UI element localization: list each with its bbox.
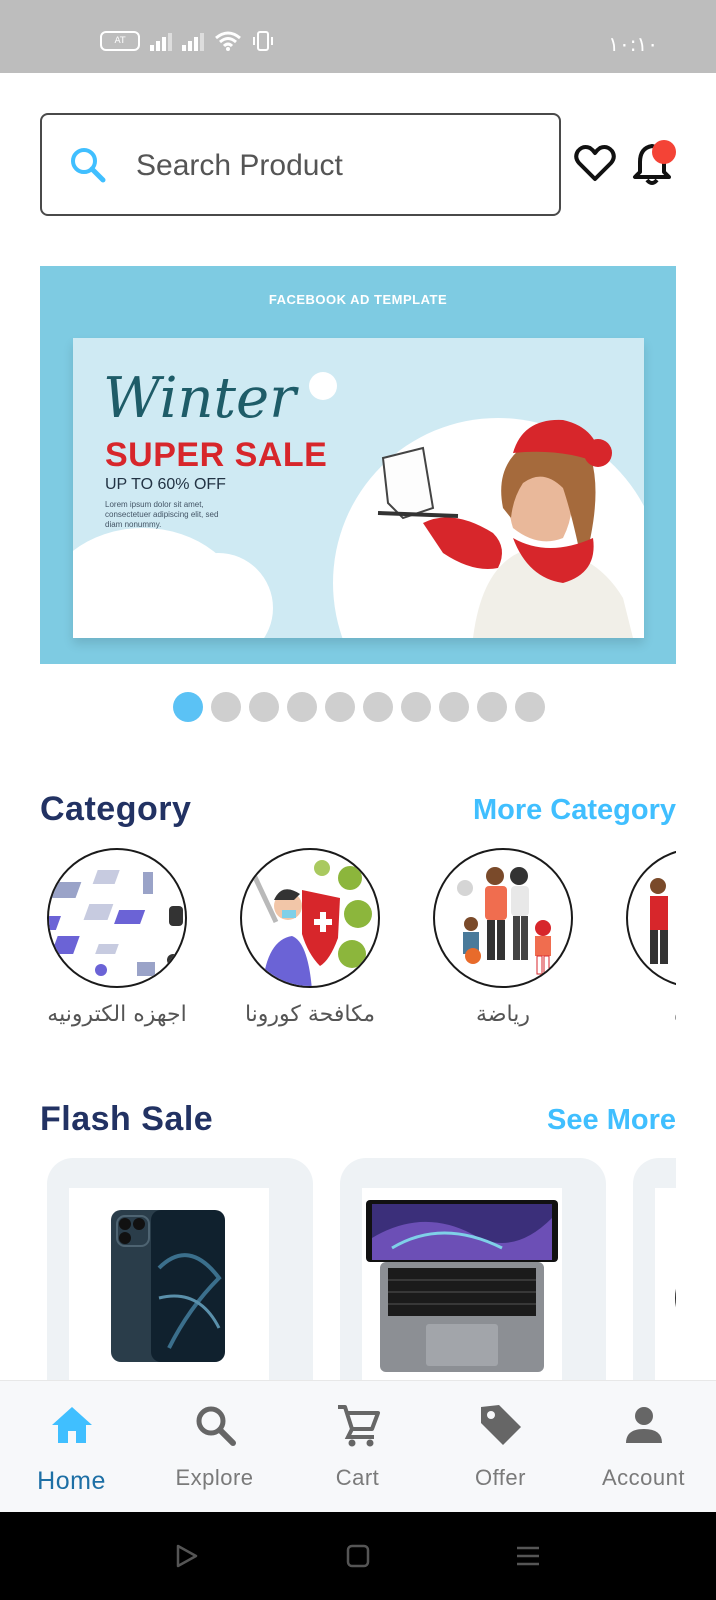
nav-label: Cart [335,1465,380,1490]
category-title: Category [40,790,192,828]
recents-icon[interactable] [514,1542,542,1570]
nav-explore[interactable]: Explore [143,1381,286,1513]
banner-sale-title: SUPER SALE [105,436,328,474]
back-icon[interactable] [172,1542,200,1570]
flash-sale-list [40,1158,676,1380]
home-icon [51,1407,92,1443]
pagination-dot[interactable] [211,692,241,722]
bottom-navigation: Home Explore Cart Offer Account [0,1380,716,1512]
more-category-link[interactable]: More Category [473,794,676,827]
category-label: اداره [611,1002,676,1027]
heart-icon[interactable] [574,142,616,184]
flash-sale-title: Flash Sale [40,1100,214,1138]
battery-icon: AT [100,31,140,51]
nav-label: Account [602,1465,685,1490]
see-more-link[interactable]: See More [547,1104,676,1137]
nav-label: Home [37,1467,106,1495]
pagination-dot[interactable] [249,692,279,722]
category-item-management[interactable]: اداره [611,848,676,1027]
pagination-dot[interactable] [515,692,545,722]
status-bar: AT ١٠:١٠ [0,0,716,73]
product-card[interactable] [633,1158,676,1380]
product-card[interactable] [340,1158,606,1380]
promo-banner[interactable]: FACEBOOK AD TEMPLATE Winter SUPER SALE U… [40,266,676,664]
nav-cart[interactable]: Cart [286,1381,429,1513]
category-item-corona[interactable]: مكافحة كورونا [225,848,395,1027]
signal-icon [150,31,172,51]
category-item-sports[interactable]: رياضة [418,848,588,1027]
pagination-dot[interactable] [439,692,469,722]
snowball [309,372,337,400]
nav-label: Explore [175,1465,254,1490]
category-item-electronics[interactable]: اجهزه الكترونيه [40,848,202,1027]
product-icon [655,1188,676,1380]
search-input[interactable]: Search Product [40,113,561,216]
woman-illustration [377,419,633,638]
nav-label: Offer [474,1465,526,1490]
banner-script-title: Winter [103,366,296,431]
pagination-dot[interactable] [477,692,507,722]
cart-icon [337,1405,380,1447]
category-list: اجهزه الكترونيه مكافحة كورونا رياضة [40,848,676,1038]
banner-pagination [173,692,545,722]
battery-label: AT [114,36,126,46]
person-icon [625,1407,662,1443]
category-label: مكافحة كورونا [244,1002,376,1027]
tag-icon [480,1405,521,1445]
banner-top-label: FACEBOOK AD TEMPLATE [268,292,448,307]
pagination-dot-active[interactable] [173,692,203,722]
category-label: اجهزه الكترونيه [47,1002,187,1027]
signal-icon-2 [182,31,204,51]
sports-icon [433,848,573,988]
search-icon [196,1406,236,1446]
home-button-icon[interactable] [344,1542,372,1570]
wifi-icon [215,31,241,51]
pagination-dot[interactable] [287,692,317,722]
pagination-dot[interactable] [325,692,355,722]
laptop-icon [362,1188,562,1380]
vibrate-icon [253,31,273,51]
electronics-icon [47,848,187,988]
banner-body: Lorem ipsum dolor sit amet, consectetuer… [105,500,219,529]
search-icon [71,148,106,183]
status-icons: AT [100,30,274,52]
corona-fight-icon [240,848,380,988]
nav-account[interactable]: Account [572,1381,715,1513]
category-label: رياضة [476,1002,530,1027]
status-time: ١٠:١٠ [608,32,658,56]
nav-offer[interactable]: Offer [429,1381,572,1513]
product-card[interactable] [47,1158,313,1380]
management-icon [626,848,676,988]
notification-badge [652,140,676,164]
system-navigation-bar [0,1512,716,1600]
banner-card: Winter SUPER SALE UP TO 60% OFF Lorem ip… [73,338,644,638]
nav-home[interactable]: Home [0,1381,143,1513]
banner-discount: UP TO 60% OFF [105,476,226,493]
pagination-dot[interactable] [401,692,431,722]
smartphone-icon [69,1188,269,1380]
pagination-dot[interactable] [363,692,393,722]
banner-valid: VALID ONLY DECEMBER 10 TO 24 [105,596,220,603]
search-placeholder: Search Product [136,149,343,182]
